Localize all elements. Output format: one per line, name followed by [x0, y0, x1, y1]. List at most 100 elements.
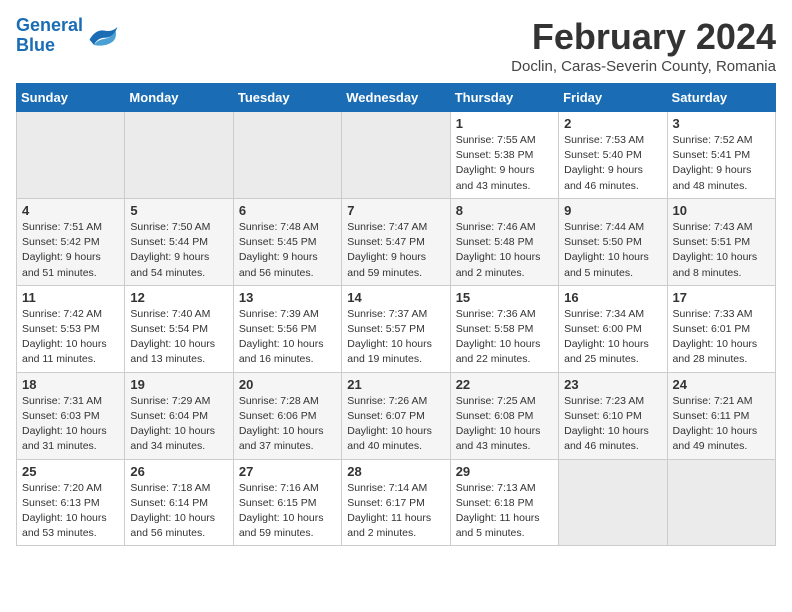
daylight-label: Daylight: 10 hours and 22 minutes. — [456, 338, 541, 365]
calendar-cell — [125, 112, 233, 199]
sunset-label: Sunset: 5:42 PM — [22, 236, 100, 248]
calendar-week-2: 4 Sunrise: 7:51 AM Sunset: 5:42 PM Dayli… — [17, 198, 776, 285]
sunrise-label: Sunrise: 7:37 AM — [347, 308, 427, 320]
calendar-cell: 3 Sunrise: 7:52 AM Sunset: 5:41 PM Dayli… — [667, 112, 775, 199]
sunset-label: Sunset: 6:04 PM — [130, 410, 208, 422]
header-wednesday: Wednesday — [342, 84, 450, 112]
sunset-label: Sunset: 5:47 PM — [347, 236, 425, 248]
daylight-label: Daylight: 9 hours and 51 minutes. — [22, 251, 101, 278]
calendar-cell — [17, 112, 125, 199]
day-number: 21 — [347, 377, 444, 392]
day-info: Sunrise: 7:43 AM Sunset: 5:51 PM Dayligh… — [673, 220, 770, 281]
day-number: 24 — [673, 377, 770, 392]
sunrise-label: Sunrise: 7:50 AM — [130, 221, 210, 233]
day-info: Sunrise: 7:40 AM Sunset: 5:54 PM Dayligh… — [130, 307, 227, 368]
daylight-label: Daylight: 10 hours and 49 minutes. — [673, 425, 758, 452]
daylight-label: Daylight: 10 hours and 13 minutes. — [130, 338, 215, 365]
day-number: 27 — [239, 464, 336, 479]
daylight-label: Daylight: 9 hours and 43 minutes. — [456, 164, 535, 191]
day-number: 1 — [456, 116, 553, 131]
sunset-label: Sunset: 5:41 PM — [673, 149, 751, 161]
day-info: Sunrise: 7:53 AM Sunset: 5:40 PM Dayligh… — [564, 133, 661, 194]
sunrise-label: Sunrise: 7:46 AM — [456, 221, 536, 233]
calendar-cell — [233, 112, 341, 199]
calendar-subtitle: Doclin, Caras-Severin County, Romania — [511, 58, 776, 75]
daylight-label: Daylight: 9 hours and 54 minutes. — [130, 251, 209, 278]
logo-blue: Blue — [16, 35, 55, 55]
calendar-cell: 10 Sunrise: 7:43 AM Sunset: 5:51 PM Dayl… — [667, 198, 775, 285]
calendar-cell: 7 Sunrise: 7:47 AM Sunset: 5:47 PM Dayli… — [342, 198, 450, 285]
daylight-label: Daylight: 10 hours and 37 minutes. — [239, 425, 324, 452]
day-info: Sunrise: 7:20 AM Sunset: 6:13 PM Dayligh… — [22, 481, 119, 542]
day-info: Sunrise: 7:50 AM Sunset: 5:44 PM Dayligh… — [130, 220, 227, 281]
day-info: Sunrise: 7:42 AM Sunset: 5:53 PM Dayligh… — [22, 307, 119, 368]
calendar-cell: 26 Sunrise: 7:18 AM Sunset: 6:14 PM Dayl… — [125, 459, 233, 546]
day-number: 5 — [130, 203, 227, 218]
sunrise-label: Sunrise: 7:42 AM — [22, 308, 102, 320]
day-number: 26 — [130, 464, 227, 479]
sunset-label: Sunset: 5:57 PM — [347, 323, 425, 335]
day-number: 20 — [239, 377, 336, 392]
day-number: 16 — [564, 290, 661, 305]
sunset-label: Sunset: 5:56 PM — [239, 323, 317, 335]
calendar-cell: 2 Sunrise: 7:53 AM Sunset: 5:40 PM Dayli… — [559, 112, 667, 199]
day-number: 23 — [564, 377, 661, 392]
daylight-label: Daylight: 11 hours and 5 minutes. — [456, 512, 540, 539]
sunset-label: Sunset: 6:00 PM — [564, 323, 642, 335]
logo-bird-icon — [85, 21, 121, 51]
sunrise-label: Sunrise: 7:55 AM — [456, 134, 536, 146]
daylight-label: Daylight: 9 hours and 46 minutes. — [564, 164, 643, 191]
calendar-cell: 25 Sunrise: 7:20 AM Sunset: 6:13 PM Dayl… — [17, 459, 125, 546]
sunrise-label: Sunrise: 7:13 AM — [456, 482, 536, 494]
calendar-cell: 17 Sunrise: 7:33 AM Sunset: 6:01 PM Dayl… — [667, 285, 775, 372]
day-info: Sunrise: 7:37 AM Sunset: 5:57 PM Dayligh… — [347, 307, 444, 368]
page-header: General Blue February 2024 Doclin, Caras… — [16, 16, 776, 75]
sunrise-label: Sunrise: 7:48 AM — [239, 221, 319, 233]
calendar-cell — [667, 459, 775, 546]
daylight-label: Daylight: 10 hours and 31 minutes. — [22, 425, 107, 452]
sunrise-label: Sunrise: 7:47 AM — [347, 221, 427, 233]
sunrise-label: Sunrise: 7:28 AM — [239, 395, 319, 407]
calendar-cell — [559, 459, 667, 546]
day-number: 8 — [456, 203, 553, 218]
day-number: 17 — [673, 290, 770, 305]
sunrise-label: Sunrise: 7:36 AM — [456, 308, 536, 320]
header-thursday: Thursday — [450, 84, 558, 112]
sunrise-label: Sunrise: 7:16 AM — [239, 482, 319, 494]
calendar-header-row: SundayMondayTuesdayWednesdayThursdayFrid… — [17, 84, 776, 112]
sunset-label: Sunset: 6:08 PM — [456, 410, 534, 422]
day-info: Sunrise: 7:48 AM Sunset: 5:45 PM Dayligh… — [239, 220, 336, 281]
daylight-label: Daylight: 10 hours and 28 minutes. — [673, 338, 758, 365]
daylight-label: Daylight: 9 hours and 59 minutes. — [347, 251, 426, 278]
calendar-cell: 15 Sunrise: 7:36 AM Sunset: 5:58 PM Dayl… — [450, 285, 558, 372]
sunset-label: Sunset: 6:15 PM — [239, 497, 317, 509]
sunset-label: Sunset: 6:06 PM — [239, 410, 317, 422]
sunset-label: Sunset: 5:58 PM — [456, 323, 534, 335]
calendar-title: February 2024 — [511, 16, 776, 58]
day-number: 14 — [347, 290, 444, 305]
sunrise-label: Sunrise: 7:25 AM — [456, 395, 536, 407]
day-number: 6 — [239, 203, 336, 218]
day-info: Sunrise: 7:29 AM Sunset: 6:04 PM Dayligh… — [130, 394, 227, 455]
logo-general: General — [16, 15, 83, 35]
day-number: 19 — [130, 377, 227, 392]
sunset-label: Sunset: 6:17 PM — [347, 497, 425, 509]
daylight-label: Daylight: 10 hours and 11 minutes. — [22, 338, 107, 365]
day-info: Sunrise: 7:52 AM Sunset: 5:41 PM Dayligh… — [673, 133, 770, 194]
calendar-cell: 8 Sunrise: 7:46 AM Sunset: 5:48 PM Dayli… — [450, 198, 558, 285]
day-info: Sunrise: 7:55 AM Sunset: 5:38 PM Dayligh… — [456, 133, 553, 194]
daylight-label: Daylight: 10 hours and 40 minutes. — [347, 425, 432, 452]
sunrise-label: Sunrise: 7:51 AM — [22, 221, 102, 233]
sunrise-label: Sunrise: 7:39 AM — [239, 308, 319, 320]
sunset-label: Sunset: 5:45 PM — [239, 236, 317, 248]
sunset-label: Sunset: 6:13 PM — [22, 497, 100, 509]
daylight-label: Daylight: 10 hours and 59 minutes. — [239, 512, 324, 539]
day-number: 29 — [456, 464, 553, 479]
calendar-week-1: 1 Sunrise: 7:55 AM Sunset: 5:38 PM Dayli… — [17, 112, 776, 199]
header-friday: Friday — [559, 84, 667, 112]
day-info: Sunrise: 7:18 AM Sunset: 6:14 PM Dayligh… — [130, 481, 227, 542]
daylight-label: Daylight: 10 hours and 5 minutes. — [564, 251, 649, 278]
day-info: Sunrise: 7:31 AM Sunset: 6:03 PM Dayligh… — [22, 394, 119, 455]
sunset-label: Sunset: 5:51 PM — [673, 236, 751, 248]
calendar-week-5: 25 Sunrise: 7:20 AM Sunset: 6:13 PM Dayl… — [17, 459, 776, 546]
